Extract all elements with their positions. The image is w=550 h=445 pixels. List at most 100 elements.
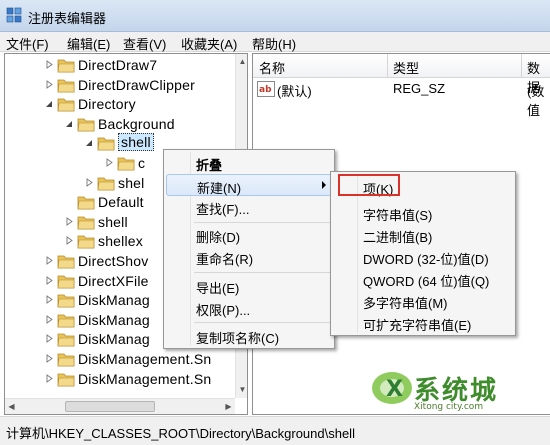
tree-item-label: DiskManag (78, 331, 150, 348)
folder-icon (77, 235, 95, 249)
collapsed-arrow-icon[interactable] (45, 256, 54, 265)
collapsed-arrow-icon[interactable] (85, 177, 94, 187)
tree-item-label: DiskManag (78, 311, 150, 328)
value-type: REG_SZ (393, 81, 446, 96)
tree-item-label: DirectXFile (78, 272, 149, 289)
tree-item[interactable]: Background (5, 114, 235, 134)
folder-icon (57, 373, 75, 386)
tree-item-label: DirectDrawClipper (78, 76, 195, 93)
list-header: 名称 类型 数据 (253, 54, 550, 95)
menu-separator (194, 272, 330, 273)
scroll-left-icon[interactable]: ◀ (5, 399, 18, 414)
folder-icon (57, 333, 75, 347)
menu-bar: 文件(F) 编辑(E) 查看(V) 收藏夹(A) 帮助(H) (0, 32, 550, 52)
status-bar: 计算机\HKEY_CLASSES_ROOT\Directory\Backgrou… (0, 416, 550, 445)
folder-icon (57, 98, 75, 112)
submenu-item-qword-value[interactable]: QWORD (64 位)值(Q) (331, 268, 515, 290)
svg-text:X: X (386, 377, 403, 402)
tree-item-label: DiskManag (78, 292, 150, 309)
tree-item-label: DiskManagement.Sn (78, 351, 212, 367)
menu-edit[interactable]: 编辑(E) (67, 34, 110, 53)
tree-item[interactable]: DirectDraw7 (5, 55, 235, 75)
folder-icon (57, 59, 75, 73)
tree-item[interactable]: Directory (5, 94, 235, 114)
scroll-down-icon[interactable]: ▼ (236, 382, 247, 398)
tree-item-label: shellex (98, 233, 143, 250)
collapsed-arrow-icon[interactable] (45, 334, 54, 344)
submenu-item-string-value[interactable]: 字符串值(S) (331, 202, 515, 224)
collapsed-arrow-icon[interactable] (45, 373, 54, 383)
menu-item-collapse[interactable]: 折叠 (164, 152, 334, 174)
expanded-arrow-icon[interactable] (65, 119, 74, 128)
collapsed-arrow-icon[interactable] (45, 295, 54, 305)
collapsed-arrow-icon[interactable] (45, 79, 54, 89)
menu-item-delete[interactable]: 删除(D) (164, 224, 334, 246)
tree-item-label: DirectShov (78, 253, 149, 269)
tree-item[interactable]: DiskManagement.Sn (5, 369, 235, 389)
tree-item-label: DirectDraw7 (78, 57, 158, 73)
tree-item[interactable]: DiskManagement.Sn (5, 349, 235, 369)
menu-item-permissions[interactable]: 权限(P)... (164, 297, 334, 319)
submenu-arrow-icon (322, 181, 326, 189)
title-bar: 注册表编辑器 (0, 0, 550, 32)
collapsed-arrow-icon[interactable] (45, 354, 54, 363)
folder-icon (117, 157, 135, 171)
list-row[interactable]: ab (默认) REG_SZ (数值 (253, 80, 550, 118)
folder-icon (77, 196, 95, 210)
regedit-icon (6, 7, 22, 23)
menu-item-new[interactable]: 新建(N) (166, 174, 332, 196)
window-title: 注册表编辑器 (28, 11, 107, 26)
collapsed-arrow-icon[interactable] (65, 236, 74, 246)
expanded-arrow-icon[interactable] (45, 99, 54, 108)
folder-icon (77, 216, 95, 230)
menu-item-export[interactable]: 导出(E) (164, 275, 334, 297)
column-name[interactable]: 名称 (259, 58, 285, 77)
submenu-item-binary-value[interactable]: 二进制值(B) (331, 224, 515, 246)
folder-icon (57, 275, 75, 288)
menu-view[interactable]: 查看(V) (123, 34, 166, 53)
collapsed-arrow-icon[interactable] (105, 158, 114, 167)
submenu-item-expandable-string-value[interactable]: 可扩充字符串值(E) (331, 312, 515, 334)
folder-icon (97, 177, 115, 190)
value-name: (默认) (277, 84, 312, 99)
collapsed-arrow-icon[interactable] (45, 60, 54, 69)
tree-item-label: shel (118, 174, 145, 191)
menu-item-copy-key-name[interactable]: 复制项名称(C) (164, 325, 334, 347)
menu-help[interactable]: 帮助(H) (252, 34, 296, 53)
collapsed-arrow-icon[interactable] (45, 314, 54, 324)
menu-item-rename[interactable]: 重命名(R) (164, 246, 334, 268)
scroll-up-icon[interactable]: ▲ (236, 54, 247, 70)
menu-favorites[interactable]: 收藏夹(A) (181, 34, 237, 53)
folder-icon (57, 79, 75, 92)
watermark-logo: X 系统城 Xitong city.com (368, 364, 548, 416)
submenu-item-multi-string-value[interactable]: 多字符串值(M) (331, 290, 515, 312)
scroll-right-icon[interactable]: ▶ (222, 399, 235, 414)
tree-item-label: DiskManagement.Sn (78, 370, 212, 387)
folder-icon (57, 353, 75, 367)
menu-item-find[interactable]: 查找(F)... (164, 196, 334, 218)
tree-item-label: Background (98, 115, 175, 132)
collapsed-arrow-icon[interactable] (45, 275, 54, 285)
tree-horizontal-scrollbar[interactable]: ◀ ▶ (5, 398, 235, 414)
folder-icon (57, 255, 75, 269)
status-path: 计算机\HKEY_CLASSES_ROOT\Directory\Backgrou… (6, 426, 355, 441)
column-type[interactable]: 类型 (393, 58, 419, 77)
menu-separator (194, 222, 330, 223)
value-data: (数值 (527, 84, 545, 118)
tree-item-label: shell (98, 213, 128, 230)
menu-file[interactable]: 文件(F) (6, 34, 49, 53)
tree-item-label: shell (118, 133, 154, 152)
tree-item[interactable]: DirectDrawClipper (5, 75, 235, 95)
highlight-box (338, 174, 400, 196)
scroll-thumb[interactable] (65, 401, 155, 412)
tree-item-label: Default (98, 194, 144, 211)
context-menu: 折叠 新建(N) 查找(F)... 删除(D) 重命名(R) 导出(E) 权限(… (163, 149, 335, 349)
collapsed-arrow-icon[interactable] (65, 216, 74, 226)
tree-item-label: Directory (78, 96, 136, 113)
submenu-item-dword-value[interactable]: DWORD (32-位)值(D) (331, 246, 515, 268)
expanded-arrow-icon[interactable] (85, 138, 94, 147)
menu-separator (194, 322, 330, 323)
folder-icon (57, 314, 75, 328)
svg-text:ab: ab (259, 85, 272, 95)
watermark-url: Xitong city.com (414, 402, 484, 412)
